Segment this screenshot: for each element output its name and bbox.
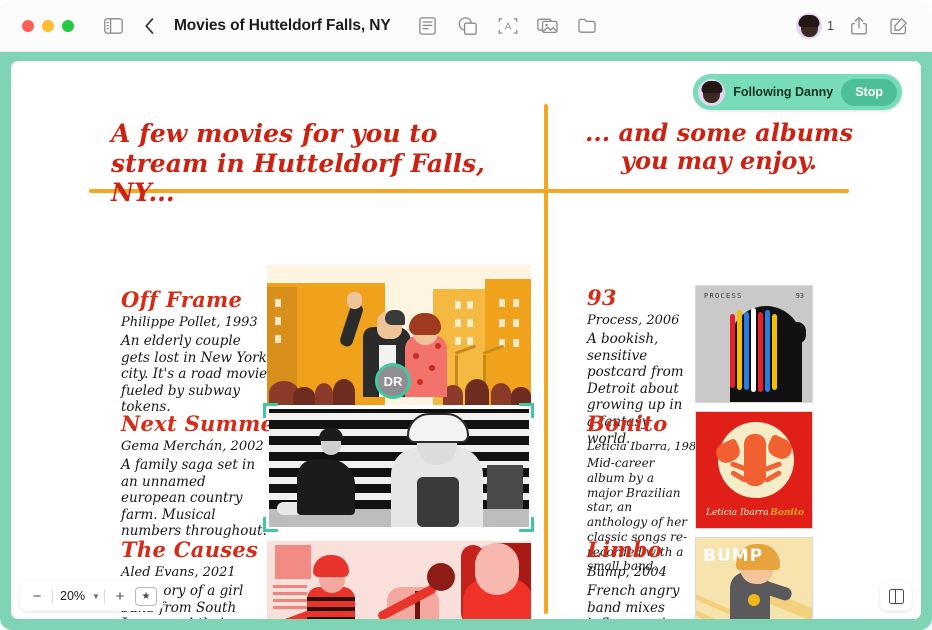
title-bar: Movies of Hutteldorf Falls, NY A 1 xyxy=(0,0,932,52)
stop-following-button[interactable]: Stop xyxy=(841,78,897,106)
album-cover-label: PROCESS xyxy=(704,292,743,300)
shapes-icon[interactable] xyxy=(453,11,483,41)
canvas-frame: Following Danny Stop A few movies for yo… xyxy=(0,52,932,630)
toolbar-right: 1 xyxy=(796,11,918,41)
app-window: Movies of Hutteldorf Falls, NY A 1 Follo… xyxy=(0,0,932,630)
movie-credit: Aled Evans, 2021 xyxy=(121,565,236,580)
vertical-divider xyxy=(544,104,548,614)
note-icon[interactable] xyxy=(413,11,443,41)
folder-icon[interactable] xyxy=(573,11,603,41)
movie-art-next-summer[interactable] xyxy=(269,409,529,527)
selection-handle-bottom-left[interactable] xyxy=(263,517,278,532)
star-icon[interactable]: ★ xyxy=(134,586,157,606)
movie-entry-off-frame[interactable]: Off Frame Philippe Pollet, 1993 An elder… xyxy=(121,289,271,416)
right-column-heading: ... and some albums you may enjoy. xyxy=(585,118,853,176)
zoom-in-button[interactable]: + xyxy=(109,585,131,607)
window-controls xyxy=(22,19,74,32)
minimize-button[interactable] xyxy=(42,19,54,32)
movie-credit: Philippe Pollet, 1993 xyxy=(121,315,258,330)
svg-text:A: A xyxy=(504,21,511,32)
album-cover-band: BUMP xyxy=(703,546,764,566)
chevron-down-icon[interactable]: ▼ xyxy=(92,592,100,601)
divider xyxy=(103,588,105,604)
album-cover-artist: Leticia Ibarra xyxy=(706,508,769,518)
movie-art-the-causes[interactable] xyxy=(267,541,531,619)
sidebar-icon[interactable] xyxy=(98,11,128,41)
maximize-button[interactable] xyxy=(62,19,74,32)
movie-credit: Gema Merchán, 2002 xyxy=(121,439,264,454)
left-column-heading: A few movies for you to stream in Huttel… xyxy=(111,119,485,207)
back-icon[interactable] xyxy=(134,11,164,41)
album-title: Limbo xyxy=(587,537,663,562)
collaborator-indicator[interactable]: 1 xyxy=(796,12,834,39)
remote-cursor-badge: DR xyxy=(375,363,411,399)
movie-title: Off Frame xyxy=(121,287,243,312)
collaborator-count: 1 xyxy=(827,18,834,33)
album-title: 93 xyxy=(587,285,617,310)
following-label: Following Danny xyxy=(733,85,834,99)
zoom-level-value[interactable]: 20% xyxy=(57,589,88,603)
album-entry-limbo[interactable]: Limbo Bump, 2004 French angry band mixes… xyxy=(587,539,693,619)
movie-title: Next Summer xyxy=(121,411,286,436)
selection-handle-bottom-right[interactable] xyxy=(519,517,534,532)
movie-description: An elderly couple gets lost in New York … xyxy=(121,333,268,416)
album-cover-93[interactable]: PROCESS 93 xyxy=(695,285,813,403)
toolbar-tools: A xyxy=(413,11,603,41)
page-title: Movies of Hutteldorf Falls, NY xyxy=(174,16,391,34)
danny-avatar xyxy=(698,78,726,106)
board-canvas[interactable]: Following Danny Stop A few movies for yo… xyxy=(11,61,921,619)
album-title: Bonito xyxy=(587,411,668,436)
album-cover-number: 93 xyxy=(795,292,804,300)
album-description: French angry band mixes influences in th… xyxy=(587,583,680,619)
share-icon[interactable] xyxy=(844,11,874,41)
album-credit: Leticia Ibarra, 1986 xyxy=(587,439,704,453)
album-credit: Bump, 2004 xyxy=(587,565,667,580)
album-cover-limbo[interactable]: BUMP LIMBO xyxy=(695,537,813,619)
selection-handle-top-left[interactable] xyxy=(263,403,278,418)
zoom-controls: − 20% ▼ + ★ xyxy=(20,581,163,611)
close-button[interactable] xyxy=(22,19,34,32)
right-panel-button[interactable] xyxy=(880,581,912,611)
selection-handle-top-right[interactable] xyxy=(519,403,534,418)
movie-title: The Causes xyxy=(121,537,259,562)
media-icon[interactable] xyxy=(533,11,563,41)
album-cover-bonito[interactable]: Leticia Ibarra Bonito xyxy=(695,411,813,529)
album-cover-title: Bonito xyxy=(770,508,804,518)
right-panel-icon xyxy=(888,588,904,604)
movie-entry-next-summer[interactable]: Next Summer Gema Merchán, 2002 A family … xyxy=(121,413,286,540)
following-badge: Following Danny Stop xyxy=(693,74,902,110)
avatar xyxy=(796,12,823,39)
movie-description: A family saga set in an unnamed european… xyxy=(121,457,267,540)
album-credit: Process, 2006 xyxy=(587,313,680,328)
compose-icon[interactable] xyxy=(884,11,914,41)
divider xyxy=(52,588,53,604)
zoom-out-button[interactable]: − xyxy=(26,585,48,607)
text-box-icon[interactable]: A xyxy=(493,11,523,41)
